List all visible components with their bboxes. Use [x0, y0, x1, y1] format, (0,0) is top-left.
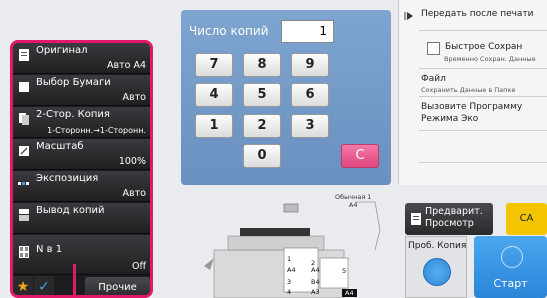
eco-mode-link[interactable]: Вызовите Программу Режима Эко	[421, 101, 522, 125]
paper-type: Обычная 1	[335, 193, 372, 201]
copies-label: Число копий	[189, 24, 269, 38]
paper-select-label: Выбор Бумаги	[36, 77, 111, 88]
key-2[interactable]: 2	[243, 114, 281, 138]
left-panel-bottom-bar: ★ ✓ Прочие	[13, 276, 150, 295]
exposure-label: Экспозиция	[36, 173, 99, 184]
tray-4-number: 4	[287, 288, 292, 296]
zoom-icon	[19, 146, 29, 156]
tray-3-number: 3	[287, 278, 292, 286]
preview-button[interactable]: Предварит. Просмотр	[405, 203, 493, 235]
divider	[419, 130, 547, 131]
divider	[419, 30, 547, 31]
trial-copy-label: Проб. Копия	[408, 241, 467, 251]
original-label: Оригинал	[36, 45, 88, 56]
duplex-value: 1-Сторонн.→1-Сторонн.	[47, 126, 146, 135]
paper-normal-label: Обычная 1 A4	[335, 193, 371, 209]
divider	[419, 162, 547, 163]
zoom-value: 100%	[118, 156, 146, 167]
preview-label: Предварит. Просмотр	[425, 206, 483, 230]
exposure-value: Авто	[122, 188, 146, 199]
copies-keypad: Число копий 1 7 8 9 4 5 6 1 2 3 0 C	[181, 10, 391, 185]
tray-4-size: A3	[311, 288, 320, 296]
output-setting[interactable]: Вывод копий	[13, 203, 150, 234]
other-button[interactable]: Прочие	[85, 277, 150, 295]
exposure-icon	[18, 182, 29, 185]
tray-1-size: A4	[287, 266, 296, 274]
key-6[interactable]: 6	[291, 83, 329, 107]
file-label[interactable]: Файл	[421, 74, 446, 84]
paper-select-value: Авто	[122, 92, 146, 103]
tray-5-number: 5	[342, 267, 347, 275]
key-1[interactable]: 1	[195, 114, 233, 138]
tray-1-number: 1	[287, 255, 292, 263]
play-arrow-icon[interactable]	[404, 11, 414, 21]
clear-key[interactable]: C	[341, 144, 379, 168]
divider	[419, 96, 547, 97]
send-after-print-link[interactable]: Передать после печати	[421, 9, 534, 19]
key-9[interactable]: 9	[291, 53, 329, 77]
paper-select-icon	[19, 82, 29, 92]
start-icon	[501, 246, 523, 268]
copy-settings-panel: Оригинал Авто A4 Выбор Бумаги Авто 2-Сто…	[10, 40, 153, 298]
paper-select-setting[interactable]: Выбор Бумаги Авто	[13, 75, 150, 106]
n-up-label: N в 1	[36, 244, 63, 255]
file-sublabel: Сохранить Данные в Папке	[421, 86, 516, 94]
preview-label-line-1: Предварит.	[425, 206, 483, 217]
copies-input[interactable]: 1	[281, 20, 334, 43]
original-value: Авто A4	[106, 60, 146, 71]
quick-save-sublabel: Временно Сохран. Данные	[444, 55, 536, 63]
zoom-label: Масштаб	[36, 141, 84, 152]
printer-illustration	[204, 201, 381, 298]
paper-size: A4	[348, 201, 358, 209]
original-icon	[19, 49, 29, 61]
tray-5-size: A4	[342, 289, 357, 297]
n-up-setting[interactable]: N в 1 Off	[13, 235, 150, 275]
key-0[interactable]: 0	[243, 144, 281, 168]
key-3[interactable]: 3	[291, 114, 329, 138]
tray-3-size: B4	[311, 278, 320, 286]
output-label: Вывод копий	[36, 205, 105, 216]
eco-label-line-1: Вызовите Программу	[421, 102, 523, 112]
quick-save-checkbox[interactable]	[427, 42, 440, 55]
duplex-icon	[19, 113, 29, 125]
tray-2-size: A4	[311, 266, 320, 274]
key-4[interactable]: 4	[195, 83, 233, 107]
output-icon	[19, 209, 29, 221]
n-up-icon	[19, 246, 29, 258]
duplex-label: 2-Стор. Копия	[36, 109, 110, 120]
quick-save-label[interactable]: Быстрое Сохран	[445, 42, 522, 52]
eco-label-line-2: Режима Эко	[421, 114, 479, 124]
key-7[interactable]: 7	[195, 53, 233, 77]
preview-label-line-2: Просмотр	[425, 218, 474, 229]
start-button[interactable]: Старт	[474, 236, 547, 298]
zoom-setting[interactable]: Масштаб 100%	[13, 139, 150, 170]
trial-copy-start-icon	[423, 258, 451, 286]
original-setting[interactable]: Оригинал Авто A4	[13, 43, 150, 74]
divider	[419, 68, 547, 69]
duplex-setting[interactable]: 2-Стор. Копия 1-Сторонн.→1-Сторонн.	[13, 107, 150, 138]
key-5[interactable]: 5	[243, 83, 281, 107]
exposure-setting[interactable]: Экспозиция Авто	[13, 171, 150, 202]
check-icon[interactable]: ✓	[34, 276, 54, 295]
side-actions-panel: Передать после печати Быстрое Сохран Вре…	[398, 0, 547, 185]
clear-all-button[interactable]: CA	[506, 203, 547, 235]
active-tab-indicator	[73, 264, 76, 298]
key-8[interactable]: 8	[243, 53, 281, 77]
favorites-star-icon[interactable]: ★	[13, 276, 33, 295]
n-up-value: Off	[131, 261, 146, 272]
start-label: Старт	[493, 277, 528, 290]
preview-icon	[411, 213, 421, 225]
